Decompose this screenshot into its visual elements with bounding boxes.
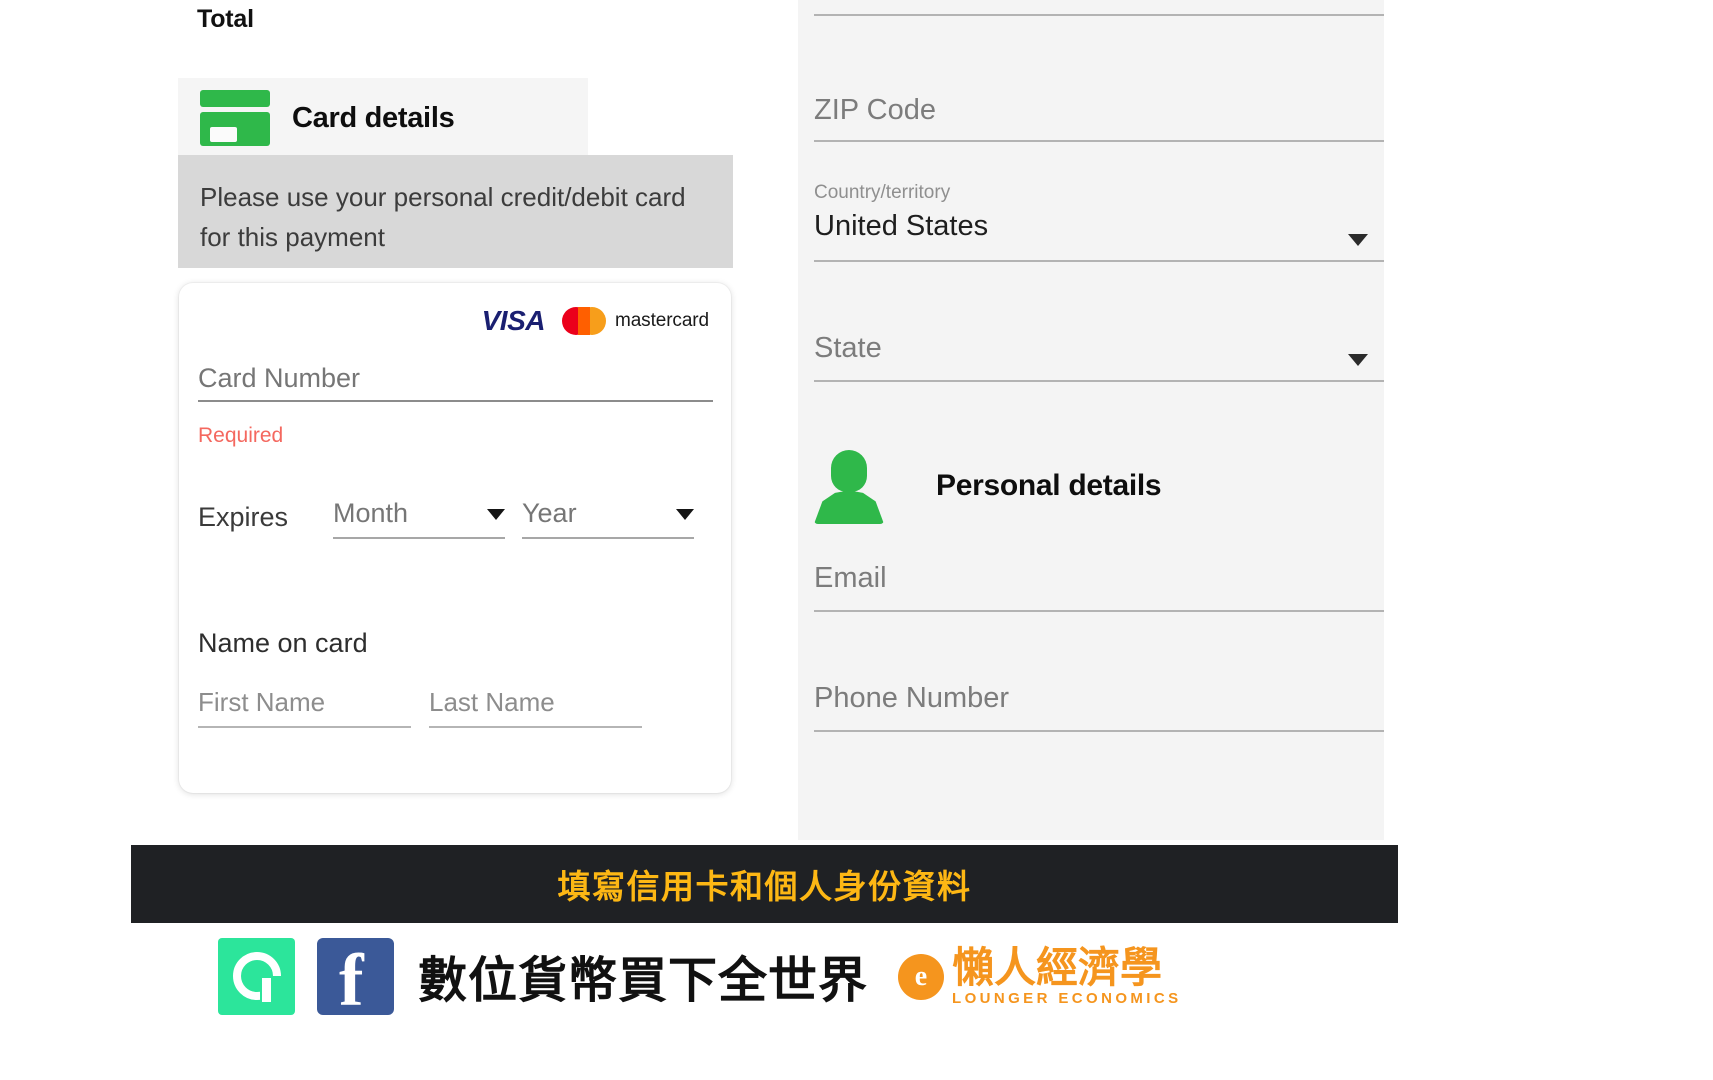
lounger-economics-badge-glyph: e xyxy=(914,960,928,992)
footer-headline: 數位貨幣買下全世界 xyxy=(418,952,869,1009)
expiry-row: Expires Month Year xyxy=(198,498,718,539)
expiry-month-placeholder: Month xyxy=(333,498,409,528)
chevron-down-icon xyxy=(487,509,505,520)
phone-number-placeholder: Phone Number xyxy=(814,682,1010,714)
state-select[interactable]: State xyxy=(814,312,1384,382)
total-label: Total xyxy=(197,5,254,33)
credit-card-icon-stripe xyxy=(200,90,270,107)
person-icon-head xyxy=(831,450,867,492)
personal-card-notice: Please use your personal credit/debit ca… xyxy=(178,155,733,268)
country-label: Country/territory xyxy=(814,182,951,203)
state-placeholder: State xyxy=(814,332,882,364)
personal-card-notice-text: Please use your personal credit/debit ca… xyxy=(200,182,686,252)
card-number-field[interactable]: Card Number xyxy=(198,363,713,402)
lounger-economics-badge-icon: e xyxy=(898,953,945,1000)
mastercard-logo: mastercard xyxy=(561,307,709,335)
subtitle-banner: 填寫信用卡和個人身份資料 xyxy=(131,845,1398,923)
chevron-down-icon xyxy=(1348,354,1368,366)
column-gutter xyxy=(770,0,782,848)
name-on-card-row: First Name Last Name xyxy=(198,687,718,728)
credit-card-icon-chip xyxy=(210,127,237,142)
accepted-brands: VISA mastercard xyxy=(482,305,709,337)
mastercard-wordmark: mastercard xyxy=(614,310,709,331)
footer-brand-bar: f 數位貨幣買下全世界 e 懶人經濟學 LOUNGER ECONOMICS xyxy=(0,923,1713,1080)
field-divider-top xyxy=(814,14,1384,16)
card-details-title: Card details xyxy=(292,101,455,134)
payment-right-column: ZIP Code Country/territory United States… xyxy=(782,0,1402,848)
email-field[interactable]: Email xyxy=(814,542,1384,612)
subtitle-banner-text: 填寫信用卡和個人身份資料 xyxy=(557,867,972,906)
lounger-economics-name-cn: 懶人經濟學 xyxy=(952,942,1163,992)
payment-left-column: Total Card details Please use your perso… xyxy=(0,0,818,848)
expiry-year-placeholder: Year xyxy=(522,498,577,528)
card-number-placeholder: Card Number xyxy=(198,363,361,393)
footer-brand-row: f 數位貨幣買下全世界 e 懶人經濟學 LOUNGER ECONOMICS xyxy=(218,938,1182,1015)
facebook-icon[interactable]: f xyxy=(317,938,394,1015)
expiry-month-select[interactable]: Month xyxy=(333,498,505,539)
expires-label: Expires xyxy=(198,502,289,532)
person-icon xyxy=(814,448,884,524)
personal-details-title: Personal details xyxy=(936,469,1162,502)
app-logo-icon xyxy=(218,938,295,1015)
last-name-placeholder: Last Name xyxy=(429,687,555,717)
zip-code-field[interactable]: ZIP Code xyxy=(814,72,1384,142)
chevron-down-icon xyxy=(1348,234,1368,246)
first-name-placeholder: First Name xyxy=(198,687,326,717)
facebook-icon-glyph: f xyxy=(339,940,364,1015)
card-details-header: Card details xyxy=(178,78,788,158)
app-logo-tail xyxy=(262,978,271,1002)
country-value: United States xyxy=(814,210,989,242)
lounger-economics-logo: e 懶人經濟學 LOUNGER ECONOMICS xyxy=(898,942,1182,1008)
lounger-economics-wordmark: 懶人經濟學 LOUNGER ECONOMICS xyxy=(952,942,1182,1008)
name-on-card-label: Name on card xyxy=(198,628,368,658)
credit-card-icon xyxy=(200,90,270,146)
personal-details-header: Personal details xyxy=(814,448,1162,524)
card-number-underline[interactable]: Card Number xyxy=(198,363,713,402)
card-form: VISA mastercard Card Number Required Exp… xyxy=(179,283,731,793)
email-placeholder: Email xyxy=(814,562,887,594)
screenshot-root: Total Card details Please use your perso… xyxy=(0,0,1713,1080)
expiry-year-select[interactable]: Year xyxy=(522,498,694,539)
mastercard-circles-icon xyxy=(561,307,606,335)
zip-code-placeholder: ZIP Code xyxy=(814,94,936,126)
card-number-error: Required xyxy=(198,424,284,447)
country-select[interactable]: Country/territory United States xyxy=(814,172,1384,262)
first-name-field[interactable]: First Name xyxy=(198,687,411,728)
chevron-down-icon xyxy=(676,509,694,520)
mastercard-circle-overlap xyxy=(577,307,590,335)
phone-number-field[interactable]: Phone Number xyxy=(814,662,1384,732)
visa-logo: VISA xyxy=(481,305,546,336)
billing-personal-panel: ZIP Code Country/territory United States… xyxy=(798,0,1384,840)
last-name-field[interactable]: Last Name xyxy=(429,687,642,728)
lounger-economics-name-en: LOUNGER ECONOMICS xyxy=(952,989,1182,1007)
